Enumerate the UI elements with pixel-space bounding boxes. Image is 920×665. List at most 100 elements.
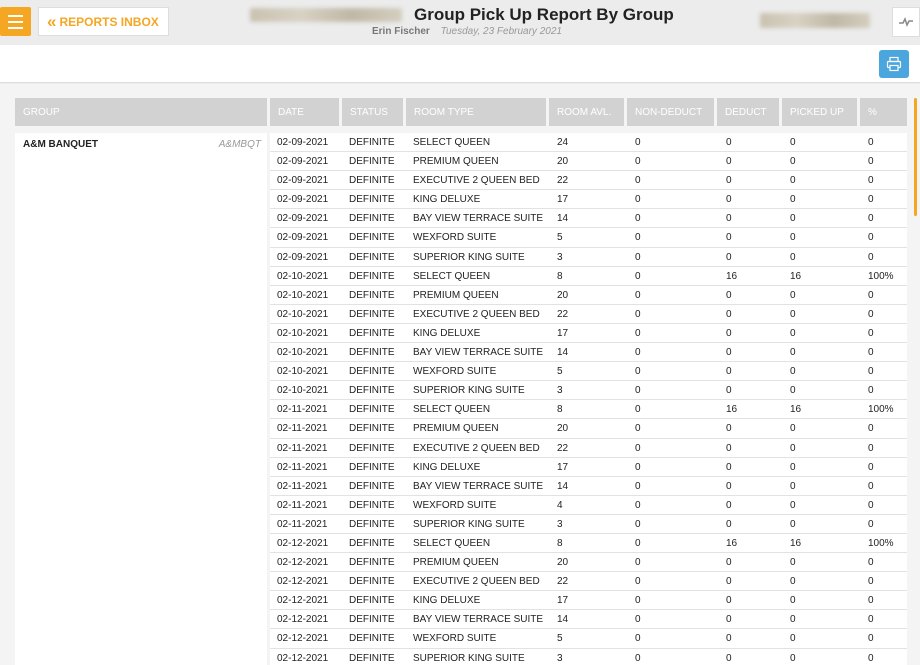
table-row[interactable]: 02-09-2021 DEFINITE EXECUTIVE 2 QUEEN BED 2…: [270, 171, 907, 191]
cell-picked-up: 0: [790, 423, 796, 435]
cell-date: 02-12-2021: [277, 576, 329, 588]
cell-date: 02-11-2021: [277, 461, 328, 473]
cell-date: 02-10-2021: [277, 289, 329, 301]
table-row[interactable]: 02-11-2021 DEFINITE SUPERIOR KING SUITE 3 0 0…: [270, 514, 907, 534]
cell-status: DEFINITE: [349, 633, 395, 645]
cell-non-deduct: 0: [635, 175, 641, 187]
cell-non-deduct: 0: [635, 461, 641, 473]
reports-inbox-button[interactable]: « REPORTS INBOX: [38, 7, 169, 36]
table-row[interactable]: 02-11-2021 DEFINITE WEXFORD SUITE 4 0 0 0 0: [270, 495, 907, 515]
cell-room-type: PREMIUM QUEEN: [413, 156, 499, 168]
cell-status: DEFINITE: [349, 557, 395, 569]
activity-button[interactable]: [892, 7, 920, 37]
table-row[interactable]: 02-10-2021 DEFINITE SELECT QUEEN 8 0 16 16 100%: [270, 266, 907, 286]
table-row[interactable]: 02-12-2021 DEFINITE PREMIUM QUEEN 20 0 0 0 0: [270, 553, 907, 573]
cell-room-type: SELECT QUEEN: [413, 537, 491, 549]
cell-date: 02-10-2021: [277, 385, 329, 397]
table-row[interactable]: 02-12-2021 DEFINITE WEXFORD SUITE 5 0 0 0 0: [270, 629, 907, 649]
table-row[interactable]: 02-12-2021 DEFINITE SELECT QUEEN 8 0 16 16 100%: [270, 533, 907, 554]
cell-percent: 0: [868, 289, 874, 301]
table-row[interactable]: 02-11-2021 DEFINITE SELECT QUEEN 8 0 16 16 100%: [270, 400, 907, 420]
column-header-percent[interactable]: %: [860, 98, 907, 126]
cell-room-avl: 22: [557, 308, 569, 320]
table-row[interactable]: 02-09-2021 DEFINITE PREMIUM QUEEN 20 0 0 0 0: [270, 152, 907, 172]
table-row[interactable]: 02-09-2021 DEFINITE SUPERIOR KING SUITE 3 0 0…: [270, 247, 907, 267]
table-row[interactable]: 02-12-2021 DEFINITE KING DELUXE 17 0 0 0 0: [270, 591, 907, 611]
cell-status: DEFINITE: [349, 537, 395, 549]
column-header-deduct[interactable]: DEDUCT: [717, 98, 779, 126]
scrollbar[interactable]: [914, 98, 917, 216]
cell-room-type: SUPERIOR KING SUITE: [413, 518, 525, 530]
cell-non-deduct: 0: [635, 480, 641, 492]
cell-percent: 0: [868, 175, 874, 187]
table-row[interactable]: 02-09-2021 DEFINITE WEXFORD SUITE 5 0 0 0 0: [270, 228, 907, 248]
table-row[interactable]: 02-11-2021 DEFINITE EXECUTIVE 2 QUEEN BED 2…: [270, 438, 907, 458]
redacted-property-name: [250, 8, 402, 22]
cell-room-avl: 4: [557, 499, 563, 511]
table-row[interactable]: 02-10-2021 DEFINITE KING DELUXE 17 0 0 0 0: [270, 323, 907, 344]
table-row[interactable]: 02-09-2021 DEFINITE KING DELUXE 17 0 0 0 0: [270, 190, 907, 210]
user-name: Erin Fischer: [372, 26, 430, 37]
column-header-room-avl[interactable]: ROOM AVL.: [549, 98, 624, 126]
cell-date: 02-09-2021: [277, 232, 329, 244]
cell-status: DEFINITE: [349, 270, 395, 282]
cell-percent: 0: [868, 347, 874, 359]
cell-date: 02-11-2021: [277, 404, 328, 416]
cell-picked-up: 0: [790, 327, 796, 339]
column-header-status[interactable]: STATUS: [342, 98, 403, 126]
cell-non-deduct: 0: [635, 423, 641, 435]
table-row[interactable]: 02-12-2021 DEFINITE EXECUTIVE 2 QUEEN BED 2…: [270, 572, 907, 592]
cell-status: DEFINITE: [349, 499, 395, 511]
cell-deduct: 0: [726, 251, 732, 263]
cell-deduct: 0: [726, 194, 732, 206]
table-row[interactable]: 02-10-2021 DEFINITE BAY VIEW TERRACE SUITE…: [270, 343, 907, 363]
table-row[interactable]: 02-11-2021 DEFINITE BAY VIEW TERRACE SUITE…: [270, 476, 907, 496]
cell-room-avl: 20: [557, 423, 569, 435]
table-row[interactable]: 02-11-2021 DEFINITE KING DELUXE 17 0 0 0 0: [270, 457, 907, 477]
cell-room-type: EXECUTIVE 2 QUEEN BED: [413, 308, 540, 320]
cell-percent: 0: [868, 633, 874, 645]
cell-percent: 0: [868, 442, 874, 454]
cell-picked-up: 0: [790, 480, 796, 492]
cell-room-avl: 24: [557, 137, 569, 148]
menu-button[interactable]: [0, 7, 31, 36]
cell-percent: 0: [868, 461, 874, 473]
table-row[interactable]: 02-10-2021 DEFINITE SUPERIOR KING SUITE 3 0 0…: [270, 381, 907, 401]
print-button[interactable]: [879, 50, 909, 78]
column-header-group[interactable]: GROUP: [15, 98, 267, 126]
cell-picked-up: 0: [790, 633, 796, 645]
cell-picked-up: 0: [790, 366, 796, 378]
cell-percent: 0: [868, 499, 874, 511]
cell-date: 02-09-2021: [277, 175, 329, 187]
cell-percent: 0: [868, 366, 874, 378]
cell-room-type: SELECT QUEEN: [413, 137, 491, 148]
cell-date: 02-10-2021: [277, 327, 329, 339]
table-row[interactable]: 02-11-2021 DEFINITE PREMIUM QUEEN 20 0 0 0 0: [270, 419, 907, 439]
column-header-non-deduct[interactable]: NON-DEDUCT: [627, 98, 714, 126]
cell-non-deduct: 0: [635, 213, 641, 225]
cell-status: DEFINITE: [349, 576, 395, 588]
cell-picked-up: 0: [790, 232, 796, 244]
table-row[interactable]: 02-10-2021 DEFINITE EXECUTIVE 2 QUEEN BED 2…: [270, 304, 907, 324]
cell-picked-up: 0: [790, 156, 796, 168]
cell-status: DEFINITE: [349, 175, 395, 187]
cell-percent: 0: [868, 576, 874, 588]
cell-room-avl: 3: [557, 385, 563, 397]
table-row[interactable]: 02-09-2021 DEFINITE SELECT QUEEN 24 0 0 0 0: [270, 133, 907, 153]
cell-deduct: 0: [726, 480, 732, 492]
table-row[interactable]: 02-12-2021 DEFINITE BAY VIEW TERRACE SUITE…: [270, 610, 907, 630]
cell-picked-up: 0: [790, 213, 796, 225]
table-row[interactable]: 02-10-2021 DEFINITE WEXFORD SUITE 5 0 0 0 0: [270, 362, 907, 382]
cell-room-type: SELECT QUEEN: [413, 270, 491, 282]
table-row[interactable]: 02-10-2021 DEFINITE PREMIUM QUEEN 20 0 0 0 0: [270, 285, 907, 305]
cell-deduct: 0: [726, 442, 732, 454]
table-row[interactable]: 02-12-2021 DEFINITE SUPERIOR KING SUITE 3 0 0…: [270, 648, 907, 665]
column-header-room-type[interactable]: ROOM TYPE: [406, 98, 546, 126]
table-row[interactable]: 02-09-2021 DEFINITE BAY VIEW TERRACE SUITE…: [270, 209, 907, 229]
cell-status: DEFINITE: [349, 327, 395, 339]
cell-status: DEFINITE: [349, 652, 395, 664]
cell-picked-up: 0: [790, 518, 796, 530]
cell-percent: 0: [868, 385, 874, 397]
column-header-date[interactable]: DATE: [270, 98, 339, 126]
column-header-picked-up[interactable]: PICKED UP: [782, 98, 857, 126]
